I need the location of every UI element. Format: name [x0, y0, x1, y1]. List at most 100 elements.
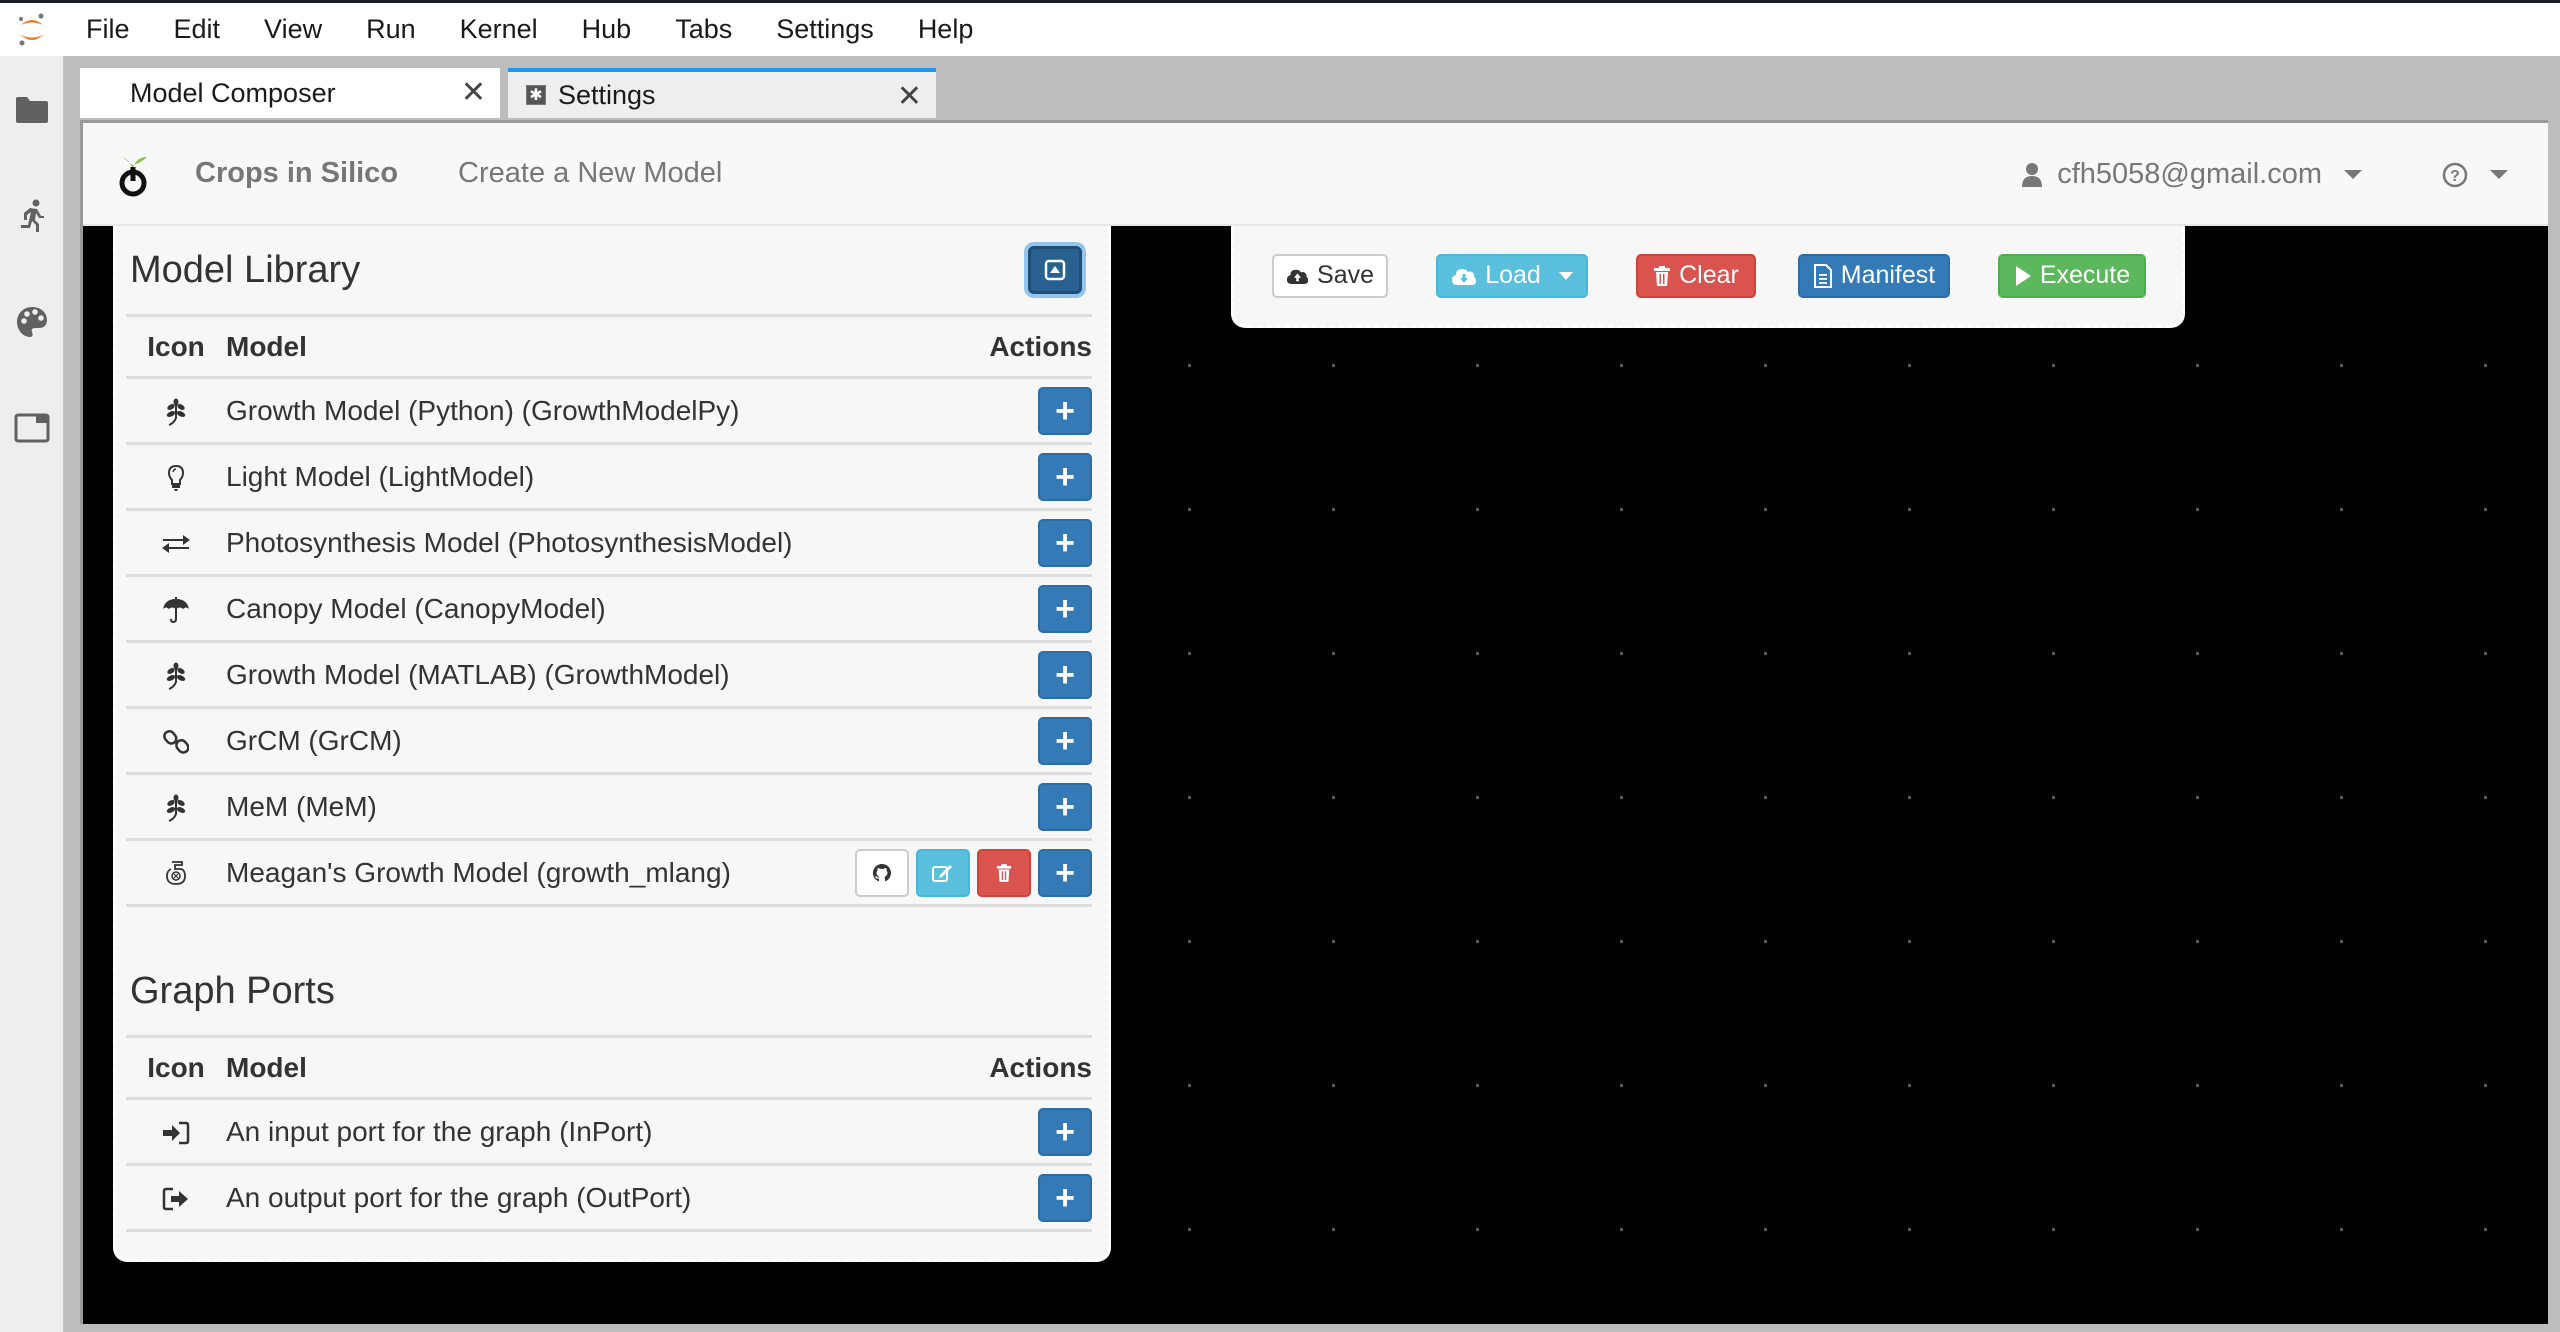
- grid-dot: [2484, 940, 2487, 943]
- model-library-heading: Model Library: [130, 249, 361, 291]
- tab-bar: Model Composer ✕ ✱ Settings ✕: [80, 68, 936, 118]
- model-name: Growth Model (Python) (GrowthModelPy): [226, 377, 832, 445]
- folder-icon[interactable]: [12, 90, 52, 130]
- add-model-button[interactable]: +: [1038, 716, 1092, 765]
- grid-dot: [1908, 508, 1911, 511]
- graph-ports-table: Icon Model Actions An input port for the…: [126, 1035, 1092, 1232]
- transfer-icon: [161, 527, 191, 558]
- grid-dot: [2196, 1084, 2199, 1087]
- clear-button[interactable]: Clear: [1636, 253, 1756, 298]
- model-actions: +: [831, 509, 1092, 577]
- plus-icon: +: [1055, 391, 1075, 430]
- column-header-icon: Icon: [126, 314, 226, 379]
- add-port-button[interactable]: +: [1038, 1107, 1092, 1156]
- close-icon[interactable]: ✕: [461, 76, 486, 110]
- composer-toolbar: Save Load Clear Manifest Execute: [1231, 226, 2185, 328]
- model-actions: +: [831, 443, 1092, 511]
- add-model-button[interactable]: +: [1038, 782, 1092, 831]
- tab-model-composer[interactable]: Model Composer ✕: [80, 68, 500, 118]
- user-email: cfh5058@gmail.com: [2057, 158, 2322, 190]
- table-header-row: Icon Model Actions: [126, 314, 1092, 379]
- model-row: Growth Model (Python) (GrowthModelPy) +: [126, 377, 1092, 445]
- plus-icon: +: [1055, 523, 1075, 562]
- menu-kernel[interactable]: Kernel: [438, 3, 560, 56]
- add-model-button[interactable]: +: [1038, 386, 1092, 435]
- grid-dot: [1188, 1228, 1191, 1231]
- execute-label: Execute: [2039, 261, 2131, 289]
- grid-dot: [1332, 364, 1335, 367]
- grid-dot: [1620, 1084, 1623, 1087]
- jupyter-logo-icon: [0, 3, 64, 56]
- model-actions: +: [831, 641, 1092, 709]
- add-port-button[interactable]: +: [1038, 1173, 1092, 1222]
- column-header-actions: Actions: [935, 1035, 1092, 1100]
- grid-dot: [2196, 940, 2199, 943]
- menu-hub[interactable]: Hub: [560, 3, 654, 56]
- grid-dot: [1188, 796, 1191, 799]
- delete-button[interactable]: [977, 848, 1031, 897]
- graph-canvas[interactable]: Model Library Icon Model Actions Growth …: [83, 226, 2548, 1324]
- grid-dot: [1332, 508, 1335, 511]
- menu-bar: File Edit View Run Kernel Hub Tabs Setti…: [0, 0, 2560, 56]
- model-actions: +: [831, 707, 1092, 775]
- save-button[interactable]: Save: [1272, 253, 1388, 298]
- link-icon: [163, 725, 190, 756]
- github-button[interactable]: [855, 848, 909, 897]
- grid-dot: [1620, 652, 1623, 655]
- html5-icon: [165, 857, 187, 888]
- load-dropdown-button[interactable]: Load: [1436, 253, 1588, 298]
- grid-dot: [1476, 364, 1479, 367]
- grid-dot: [2340, 1228, 2343, 1231]
- menu-file[interactable]: File: [64, 3, 152, 56]
- svg-text:?: ?: [2450, 168, 2460, 185]
- table-header-row: Icon Model Actions: [126, 1035, 1092, 1100]
- lightbulb-icon: [167, 461, 185, 492]
- model-name: Photosynthesis Model (PhotosynthesisMode…: [226, 509, 832, 577]
- grid-dot: [2052, 508, 2055, 511]
- manifest-button[interactable]: Manifest: [1798, 253, 1950, 298]
- edit-button[interactable]: [916, 848, 970, 897]
- grid-dot: [2484, 1228, 2487, 1231]
- model-name: GrCM (GrCM): [226, 707, 832, 775]
- brand-name[interactable]: Crops in Silico: [195, 157, 398, 190]
- execute-button[interactable]: Execute: [1998, 253, 2146, 298]
- menu-tabs[interactable]: Tabs: [653, 3, 754, 56]
- menu-help[interactable]: Help: [896, 3, 996, 56]
- menu-settings[interactable]: Settings: [754, 3, 896, 56]
- tab-label: Model Composer: [130, 77, 336, 108]
- column-header-actions: Actions: [831, 314, 1092, 379]
- model-row: Photosynthesis Model (PhotosynthesisMode…: [126, 509, 1092, 577]
- grid-dot: [2484, 796, 2487, 799]
- sign-out-icon: [162, 1182, 190, 1213]
- add-model-button[interactable]: +: [1038, 848, 1092, 897]
- plus-icon: +: [1055, 1178, 1075, 1217]
- model-name: Growth Model (MATLAB) (GrowthModel): [226, 641, 832, 709]
- menu-edit[interactable]: Edit: [152, 3, 243, 56]
- model-row: GrCM (GrCM) +: [126, 707, 1092, 775]
- add-model-button[interactable]: +: [1038, 584, 1092, 633]
- palette-icon[interactable]: [12, 302, 52, 342]
- add-model-button[interactable]: +: [1038, 518, 1092, 567]
- model-name: Light Model (LightModel): [226, 443, 832, 511]
- app-navbar: Crops in Silico Create a New Model cfh50…: [83, 123, 2548, 226]
- help-menu-dropdown[interactable]: ?: [2442, 162, 2508, 188]
- add-model-button[interactable]: +: [1038, 452, 1092, 501]
- graph-ports-title: Graph Ports: [126, 947, 1092, 1035]
- add-model-button[interactable]: +: [1038, 650, 1092, 699]
- running-icon[interactable]: [12, 196, 52, 236]
- plus-icon: +: [1055, 457, 1075, 496]
- close-icon[interactable]: ✕: [897, 80, 922, 114]
- plus-icon: +: [1055, 1112, 1075, 1151]
- tab-settings[interactable]: ✱ Settings ✕: [508, 68, 936, 118]
- plus-icon: +: [1055, 787, 1075, 826]
- grid-dot: [1764, 796, 1767, 799]
- create-new-model-link[interactable]: Create a New Model: [458, 157, 722, 190]
- grid-dot: [2052, 364, 2055, 367]
- collapse-panel-button[interactable]: [1028, 246, 1082, 294]
- user-menu-dropdown[interactable]: cfh5058@gmail.com: [2021, 158, 2362, 191]
- crops-in-silico-logo-icon[interactable]: [113, 149, 153, 199]
- menu-view[interactable]: View: [242, 3, 344, 56]
- menu-run[interactable]: Run: [344, 3, 438, 56]
- tabs-icon[interactable]: [12, 408, 52, 448]
- cloud-upload-icon: [1286, 269, 1309, 284]
